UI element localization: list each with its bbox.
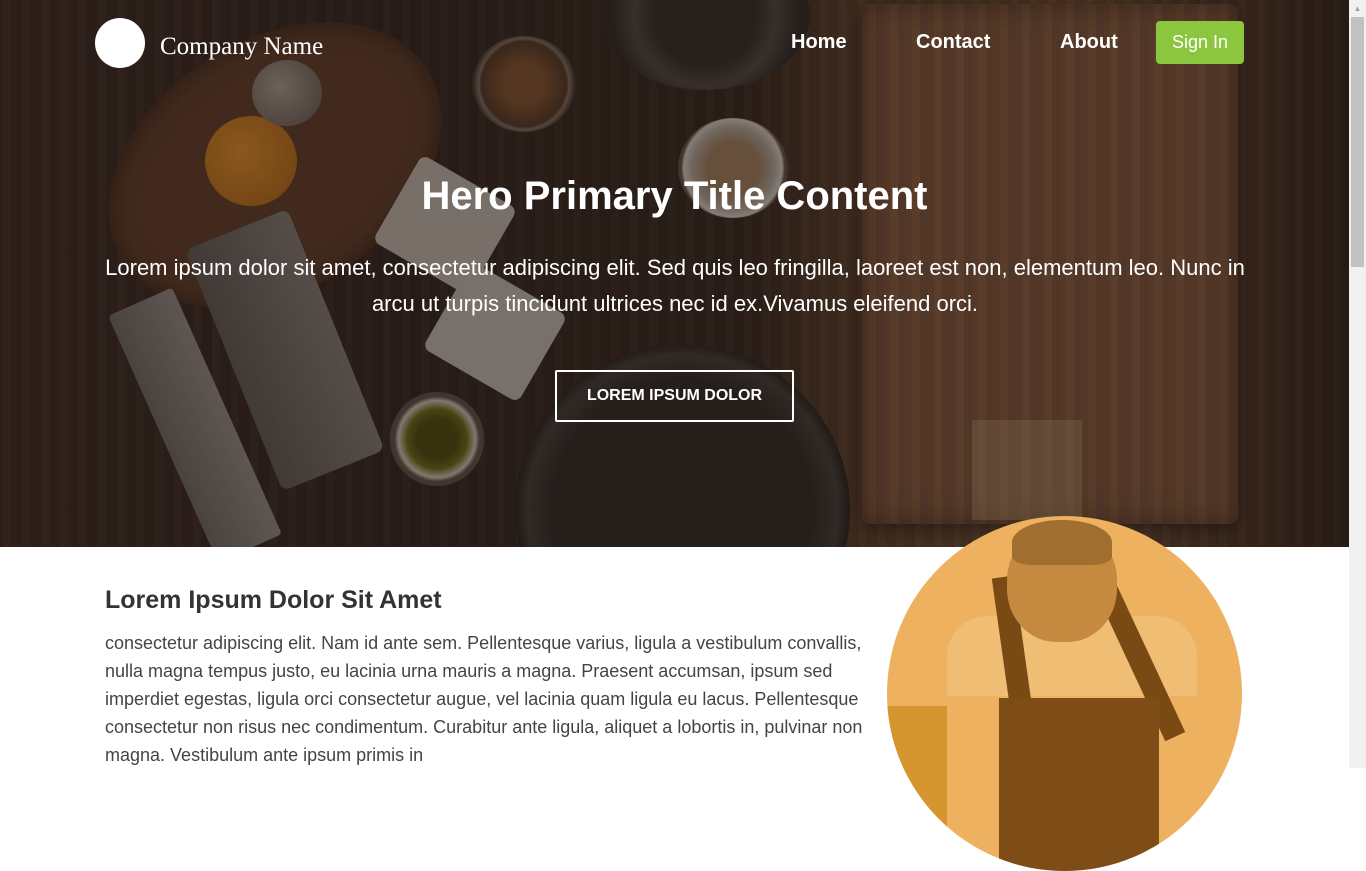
hero-title: Hero Primary Title Content: [421, 174, 928, 218]
chef-image: [887, 516, 1242, 871]
company-name[interactable]: Company Name: [160, 33, 323, 61]
section-text: consectetur adipiscing elit. Nam id ante…: [105, 633, 863, 765]
logo-circle-icon[interactable]: [95, 18, 145, 68]
hero-text: Lorem ipsum dolor sit amet, consectetur …: [105, 255, 1245, 316]
hero-section: Company Name Home Contact About Sign In …: [0, 0, 1349, 547]
scrollbar-thumb[interactable]: [1351, 17, 1364, 267]
hero-cta-button[interactable]: LOREM IPSUM DOLOR: [555, 370, 794, 422]
section-title: Lorem Ipsum Dolor Sit Amet: [105, 586, 442, 614]
nav-about[interactable]: About: [1060, 31, 1118, 54]
sign-in-button[interactable]: Sign In: [1156, 21, 1244, 64]
chevron-up-icon[interactable]: ▲: [1349, 0, 1366, 17]
apron: [999, 698, 1159, 871]
nav-contact[interactable]: Contact: [916, 31, 990, 54]
nav-home[interactable]: Home: [791, 31, 847, 54]
chef-hair: [1012, 520, 1112, 565]
chef-image-shadow: [887, 706, 947, 871]
